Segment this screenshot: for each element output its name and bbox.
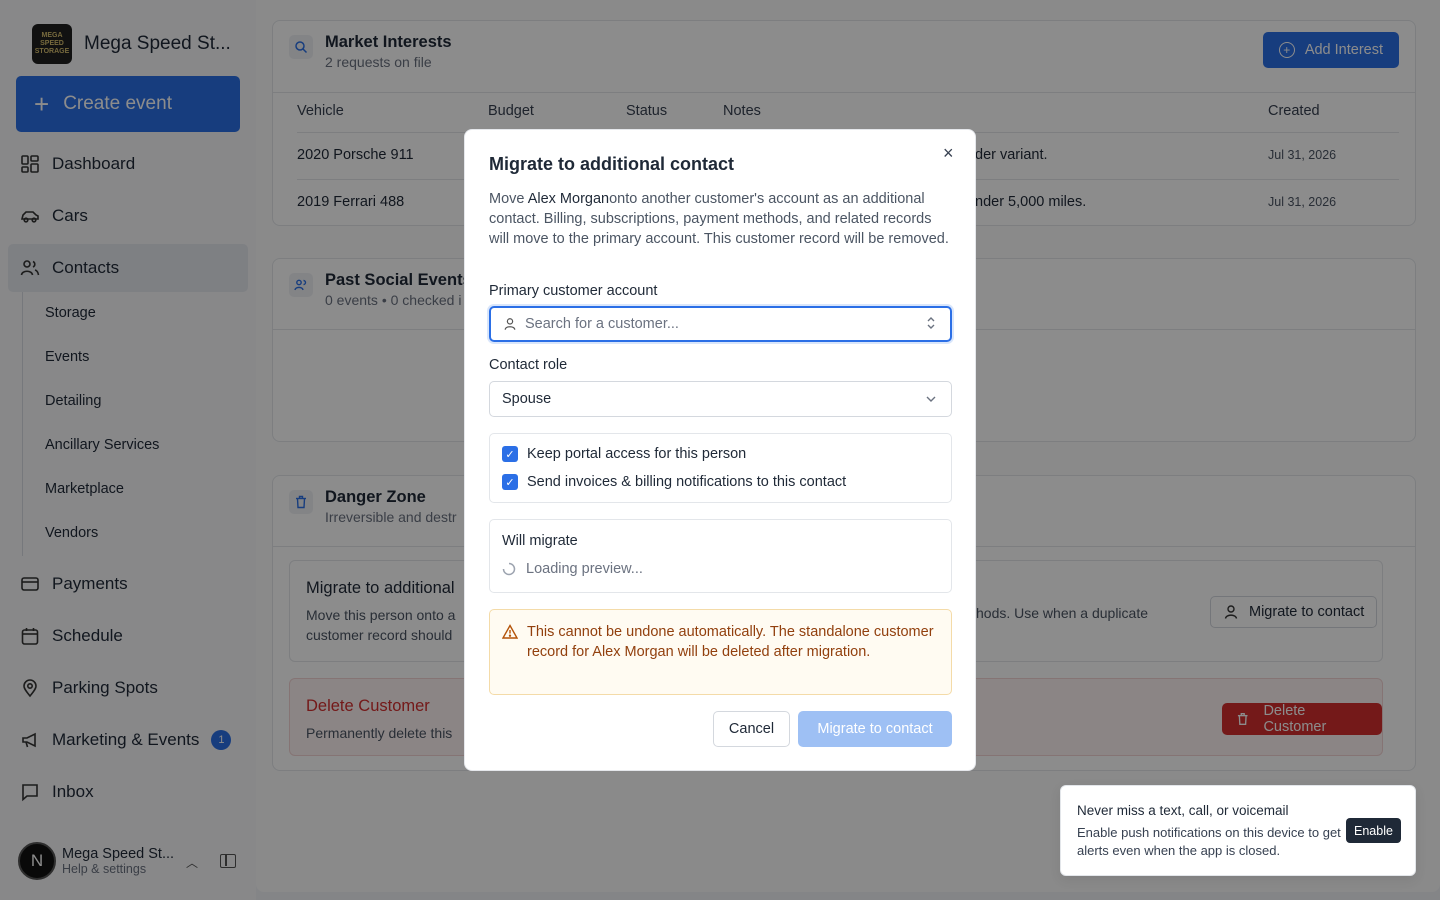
checkmark-icon: ✓ xyxy=(502,474,518,490)
chevron-down-icon xyxy=(925,392,937,406)
dialog-title: Migrate to additional contact xyxy=(489,154,735,174)
checkmark-icon: ✓ xyxy=(502,446,518,462)
warning-text: This cannot be undone automatically. The… xyxy=(527,624,934,660)
dialog-description: Move Alex Morganonto another customer's … xyxy=(489,189,953,249)
send-invoices-checkbox[interactable]: ✓ Send invoices & billing notifications … xyxy=(502,474,846,490)
desc-prefix: Move xyxy=(489,191,528,207)
contact-role-label: Contact role xyxy=(489,357,568,373)
enable-notifications-button[interactable]: Enable xyxy=(1346,818,1401,843)
contact-role-value: Spouse xyxy=(502,391,552,407)
close-icon[interactable]: × xyxy=(943,144,954,162)
primary-account-label: Primary customer account xyxy=(489,283,658,299)
checkbox-label: Send invoices & billing notifications to… xyxy=(527,474,847,490)
user-icon xyxy=(504,318,516,330)
primary-account-combobox[interactable]: Search for a customer... xyxy=(489,306,952,342)
loading-text: Loading preview... xyxy=(526,561,643,577)
push-notification-toast: Never miss a text, call, or voicemail En… xyxy=(1060,785,1416,876)
warning-alert: This cannot be undone automatically. The… xyxy=(489,609,952,695)
contact-role-select[interactable]: Spouse xyxy=(489,381,952,417)
options-box: ✓ Keep portal access for this person ✓ S… xyxy=(489,433,952,503)
loading-preview: Loading preview... xyxy=(502,561,643,577)
confirm-migrate-button[interactable]: Migrate to contact xyxy=(798,711,952,747)
migrate-contact-dialog: Migrate to additional contact × Move Ale… xyxy=(464,129,976,771)
will-migrate-label: Will migrate xyxy=(502,533,578,549)
spinner-icon xyxy=(502,562,516,576)
cancel-button[interactable]: Cancel xyxy=(713,711,790,747)
customer-name: Alex Morgan xyxy=(527,191,610,207)
chevron-up-down-icon xyxy=(926,316,936,333)
primary-account-placeholder: Search for a customer... xyxy=(525,316,679,332)
warning-icon xyxy=(502,624,518,639)
will-migrate-box: Will migrate Loading preview... xyxy=(489,519,952,593)
checkbox-label: Keep portal access for this person xyxy=(527,446,747,462)
keep-portal-access-checkbox[interactable]: ✓ Keep portal access for this person xyxy=(502,446,746,462)
toast-title: Never miss a text, call, or voicemail xyxy=(1077,803,1289,818)
toast-body: Enable push notifications on this device… xyxy=(1077,825,1341,858)
